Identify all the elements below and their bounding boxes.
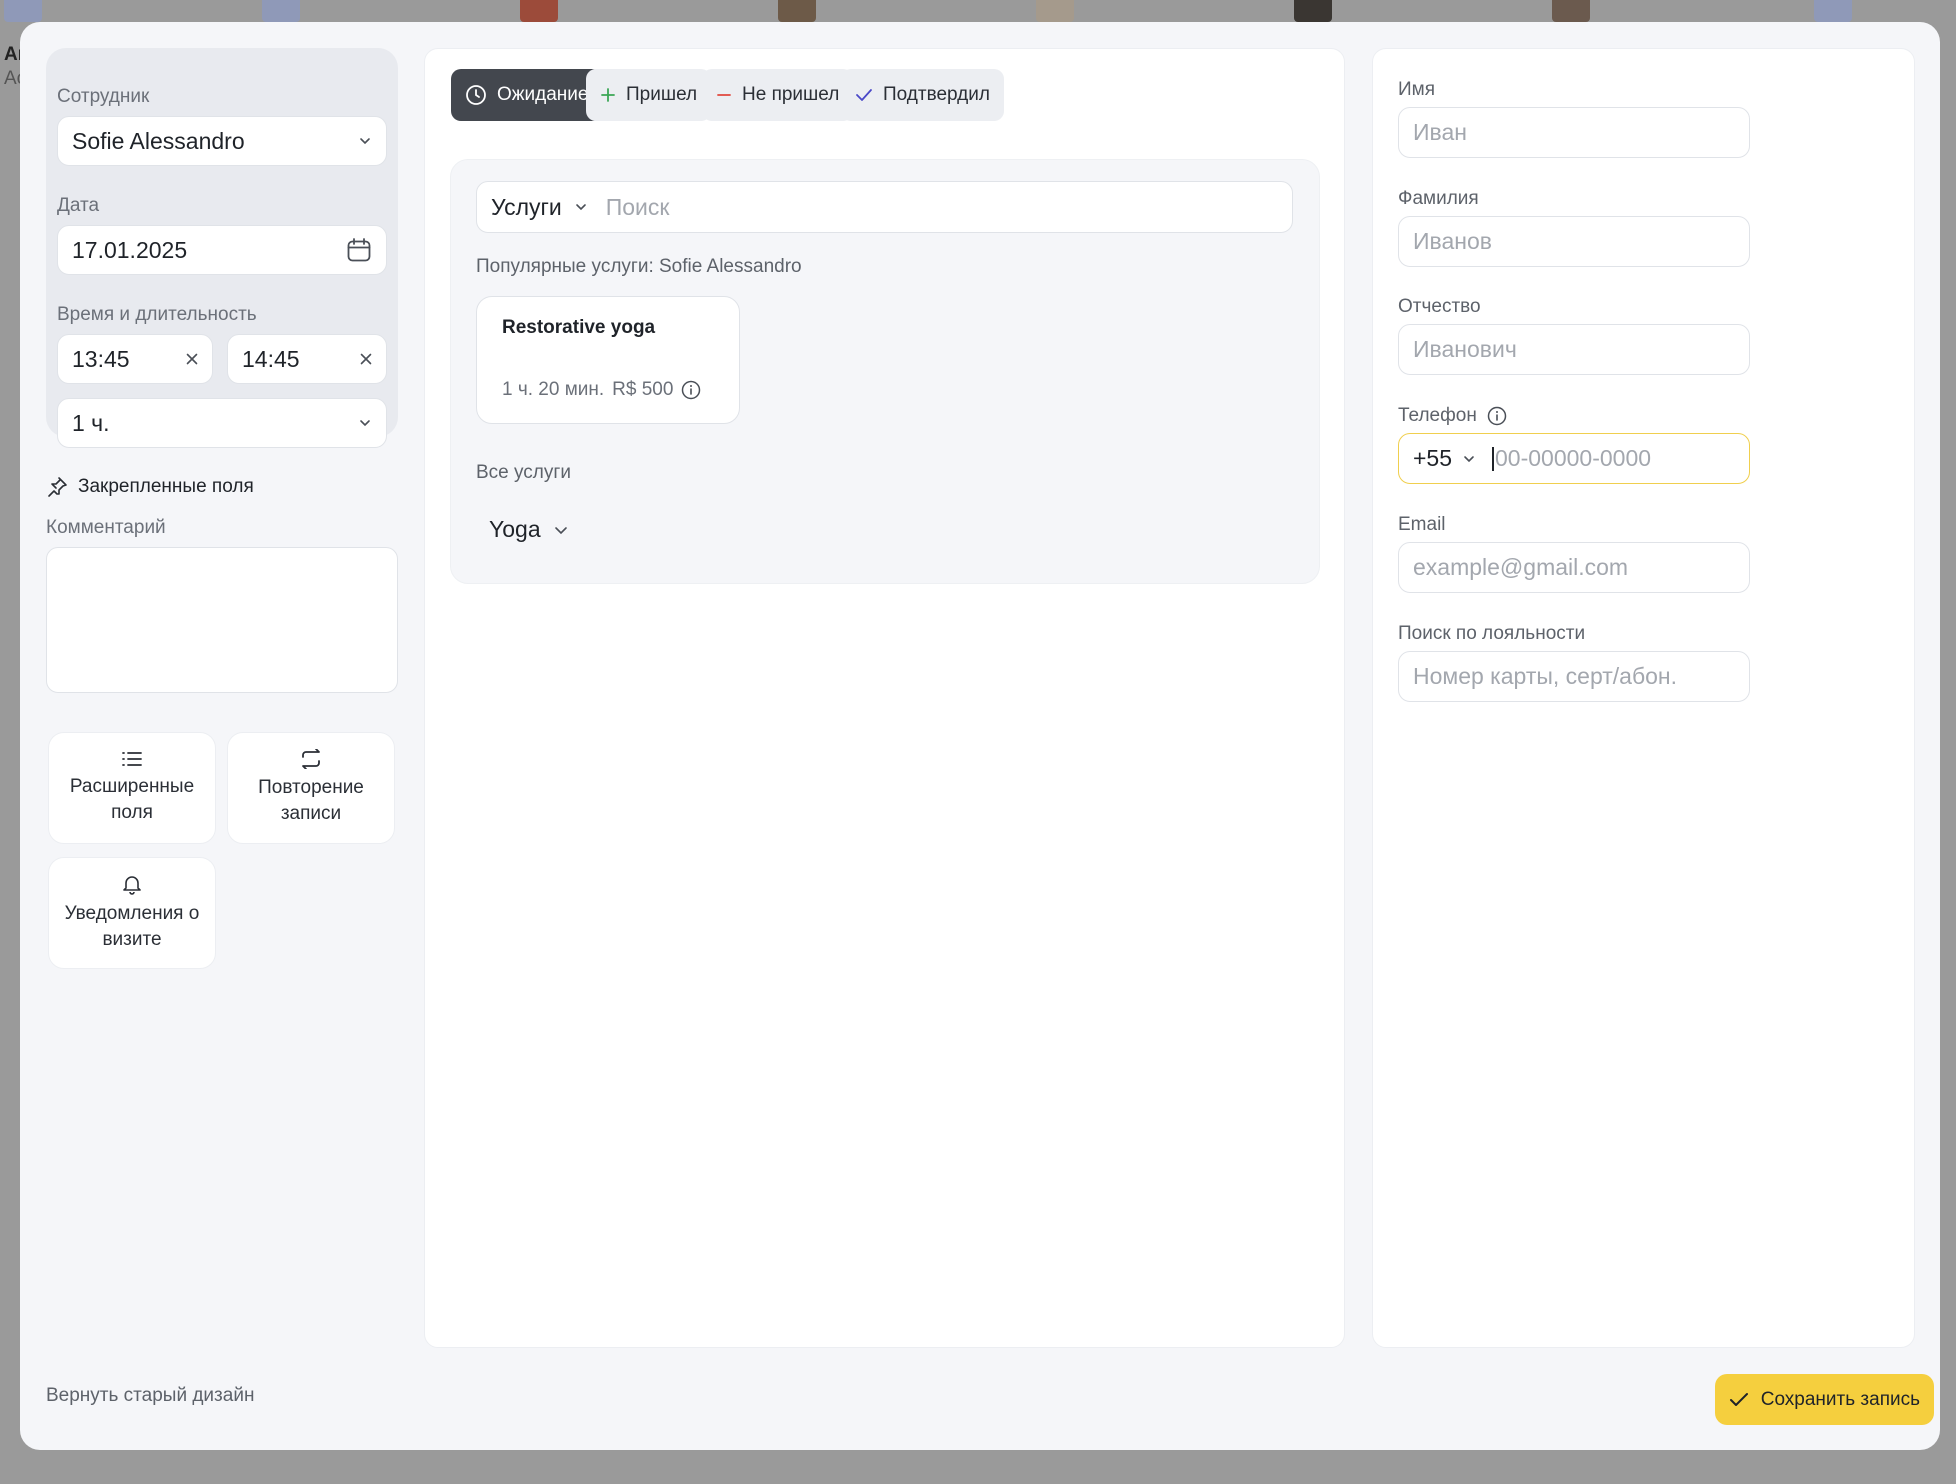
staff-avatar bbox=[1036, 0, 1074, 22]
first-name-label: Имя bbox=[1398, 79, 1436, 100]
phone-country-code-select[interactable]: +55 bbox=[1413, 445, 1476, 472]
pinned-fields-label: Закрепленные поля bbox=[78, 476, 254, 497]
service-meta: 1 ч. 20 мин. R$ 500 bbox=[502, 379, 701, 401]
phone-label: Телефон bbox=[1398, 405, 1477, 426]
service-category-yoga[interactable]: Yoga bbox=[489, 516, 569, 543]
calendar-icon[interactable] bbox=[346, 237, 372, 263]
loyalty-search-label: Поиск по лояльности bbox=[1398, 623, 1586, 644]
clock-icon bbox=[465, 84, 487, 106]
status-arrived-label: Пришел bbox=[626, 84, 698, 105]
chevron-down-icon bbox=[358, 134, 372, 148]
bell-icon bbox=[121, 873, 143, 895]
email-label: Email bbox=[1398, 514, 1446, 535]
service-card[interactable]: Restorative yoga 1 ч. 20 мин. R$ 500 bbox=[476, 296, 740, 424]
minus-icon bbox=[716, 87, 732, 103]
check-icon bbox=[855, 87, 873, 103]
status-no-show-label: Не пришел bbox=[742, 84, 840, 105]
status-waiting-label: Ожидание bbox=[497, 84, 589, 105]
clear-icon[interactable] bbox=[360, 353, 372, 365]
staff-avatar bbox=[778, 0, 816, 22]
comment-textarea[interactable] bbox=[46, 547, 398, 693]
status-no-show-button[interactable]: Не пришел bbox=[702, 69, 854, 121]
services-search-bar[interactable]: Услуги Поиск bbox=[476, 181, 1293, 233]
popular-services-title: Популярные услуги: Sofie Alessandro bbox=[476, 256, 802, 277]
phone-input[interactable]: 00-00000-0000 bbox=[1495, 445, 1651, 472]
service-category-label: Yoga bbox=[489, 516, 541, 542]
pin-icon bbox=[46, 476, 68, 498]
client-panel: Имя Иван Фамилия Иванов Отчество Иванови… bbox=[1372, 48, 1915, 1348]
email-input[interactable]: example@gmail.com bbox=[1398, 542, 1750, 593]
appointment-modal: Сотрудник Sofie Alessandro Дата 17.01.20… bbox=[20, 22, 1940, 1450]
phone-field[interactable]: +55 00-00000-0000 bbox=[1398, 433, 1750, 484]
info-icon[interactable] bbox=[1487, 406, 1507, 426]
info-icon[interactable] bbox=[681, 380, 701, 400]
repeat-appointment-tile[interactable]: Повторение записи bbox=[227, 732, 395, 844]
phone-country-code: +55 bbox=[1413, 445, 1453, 471]
visit-notifications-tile[interactable]: Уведомления о визите bbox=[48, 857, 216, 969]
extended-fields-tile[interactable]: Расширенные поля bbox=[48, 732, 216, 844]
staff-avatar bbox=[1294, 0, 1332, 22]
old-design-link[interactable]: Вернуть старый дизайн bbox=[46, 1385, 254, 1407]
staff-avatar bbox=[262, 0, 300, 22]
plus-icon bbox=[600, 87, 616, 103]
extended-fields-label: Расширенные поля bbox=[69, 776, 195, 823]
clear-icon[interactable] bbox=[186, 353, 198, 365]
status-confirmed-label: Подтвердил bbox=[883, 84, 990, 105]
time-start-value: 13:45 bbox=[72, 345, 130, 372]
time-end-value: 14:45 bbox=[242, 345, 300, 372]
services-search-input[interactable]: Поиск bbox=[606, 194, 1278, 221]
middle-name-input[interactable]: Иванович bbox=[1398, 324, 1750, 375]
service-name: Restorative yoga bbox=[502, 317, 656, 338]
staff-avatar bbox=[520, 0, 558, 22]
status-arrived-button[interactable]: Пришел bbox=[586, 69, 712, 121]
check-icon bbox=[1729, 1392, 1749, 1408]
duration-select[interactable]: 1 ч. bbox=[57, 398, 387, 448]
status-confirmed-button[interactable]: Подтвердил bbox=[841, 69, 1004, 121]
chevron-down-icon bbox=[553, 522, 569, 538]
appointment-settings-card: Сотрудник Sofie Alessandro Дата 17.01.20… bbox=[46, 48, 398, 448]
visit-notifications-label: Уведомления о визите bbox=[64, 903, 200, 950]
staff-avatar bbox=[1552, 0, 1590, 22]
services-panel: Ожидание Пришел Не пришел Подтвердил Усл… bbox=[424, 48, 1345, 1348]
all-services-title: Все услуги bbox=[476, 462, 571, 483]
staff-avatar bbox=[1814, 0, 1852, 22]
first-name-input[interactable]: Иван bbox=[1398, 107, 1750, 158]
services-dropdown[interactable]: Услуги bbox=[491, 194, 588, 221]
services-dropdown-label: Услуги bbox=[491, 193, 562, 220]
date-field[interactable]: 17.01.2025 bbox=[57, 225, 387, 275]
duration-value: 1 ч. bbox=[72, 409, 110, 436]
comment-label: Комментарий bbox=[46, 517, 166, 538]
save-appointment-label: Сохранить запись bbox=[1760, 1388, 1920, 1410]
chevron-down-icon bbox=[358, 416, 372, 430]
chevron-down-icon bbox=[574, 200, 588, 214]
employee-value: Sofie Alessandro bbox=[72, 127, 245, 154]
chevron-down-icon bbox=[1462, 452, 1476, 466]
time-start-field[interactable]: 13:45 bbox=[57, 334, 213, 384]
list-icon bbox=[121, 750, 143, 768]
employee-label: Сотрудник bbox=[57, 86, 150, 107]
employee-select[interactable]: Sofie Alessandro bbox=[57, 116, 387, 166]
text-cursor bbox=[1492, 446, 1495, 471]
staff-avatar bbox=[4, 0, 42, 22]
service-price: R$ 500 bbox=[612, 379, 674, 400]
save-appointment-button[interactable]: Сохранить запись bbox=[1714, 1374, 1934, 1425]
date-label: Дата bbox=[57, 195, 100, 216]
status-waiting-button[interactable]: Ожидание bbox=[451, 69, 603, 121]
pinned-fields-header[interactable]: Закрепленные поля bbox=[46, 476, 254, 498]
date-value: 17.01.2025 bbox=[72, 236, 188, 263]
middle-name-label: Отчество bbox=[1398, 296, 1481, 317]
services-box: Услуги Поиск Популярные услуги: Sofie Al… bbox=[450, 159, 1320, 584]
last-name-input[interactable]: Иванов bbox=[1398, 216, 1750, 267]
time-label: Время и длительность bbox=[57, 304, 257, 325]
time-end-field[interactable]: 14:45 bbox=[227, 334, 387, 384]
loyalty-search-input[interactable]: Номер карты, серт/абон. bbox=[1398, 651, 1750, 702]
service-duration: 1 ч. 20 мин. bbox=[502, 379, 605, 400]
repeat-icon bbox=[299, 749, 323, 769]
repeat-appointment-label: Повторение записи bbox=[258, 777, 364, 824]
phone-label-row: Телефон bbox=[1398, 405, 1507, 427]
last-name-label: Фамилия bbox=[1398, 188, 1479, 209]
